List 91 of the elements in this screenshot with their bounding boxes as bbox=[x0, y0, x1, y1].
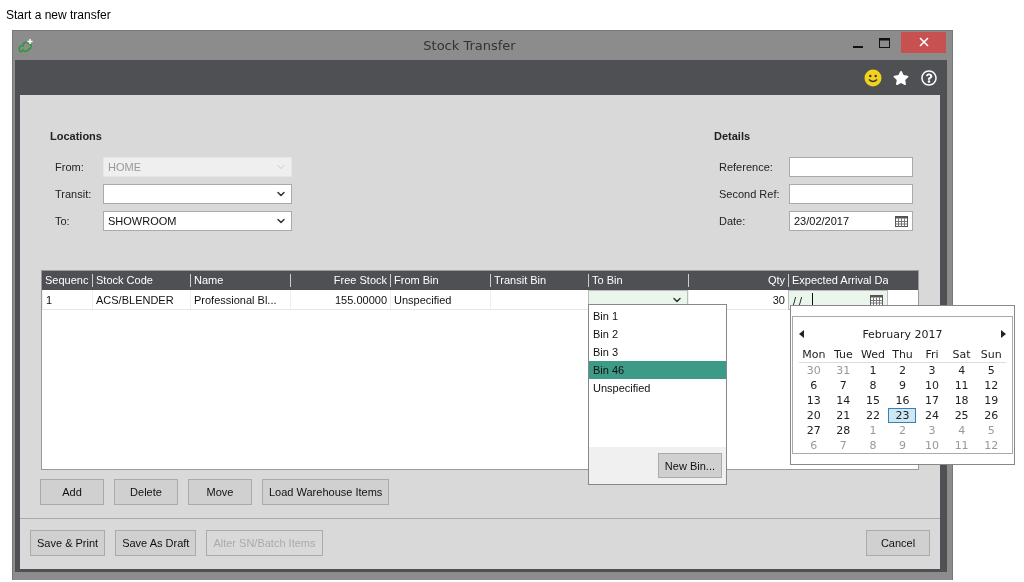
field-label: Transit: bbox=[55, 188, 93, 200]
footer-button[interactable]: Save As Draft bbox=[115, 530, 197, 556]
close-button[interactable] bbox=[901, 31, 946, 53]
list-item[interactable]: Bin 46 bbox=[589, 361, 726, 379]
calendar-day[interactable]: 23 bbox=[888, 408, 917, 423]
close-icon bbox=[918, 37, 929, 47]
column-header[interactable]: Expected Arrival Da bbox=[788, 274, 888, 287]
calendar-day[interactable]: 21 bbox=[829, 408, 858, 423]
maximize-icon bbox=[879, 37, 890, 48]
favorite-button[interactable] bbox=[892, 68, 910, 87]
list-item[interactable]: Bin 3 bbox=[589, 343, 726, 361]
grid-button[interactable]: Delete bbox=[114, 479, 178, 505]
calendar-day[interactable]: 20 bbox=[799, 408, 828, 423]
field-label: From: bbox=[55, 161, 85, 173]
weekday-label: Tue bbox=[828, 347, 859, 363]
calendar-day[interactable]: 6 bbox=[799, 378, 828, 393]
new-bin-button[interactable]: New Bin... bbox=[657, 453, 722, 478]
weekday-label: Thu bbox=[887, 347, 918, 363]
weekday-label: Sun bbox=[976, 347, 1006, 363]
column-header[interactable]: Transit Bin bbox=[490, 274, 588, 287]
list-item[interactable]: Unspecified bbox=[589, 379, 726, 397]
smiley-button[interactable] bbox=[864, 68, 882, 87]
calendar-day[interactable]: 3 bbox=[918, 363, 947, 378]
date-field[interactable]: 23/02/2017 bbox=[789, 211, 913, 231]
text-field[interactable] bbox=[789, 157, 913, 177]
weekday-label: Fri bbox=[917, 347, 947, 363]
calendar-day[interactable]: 28 bbox=[829, 423, 858, 438]
field-label: Date: bbox=[719, 215, 747, 227]
previous-icon[interactable] bbox=[799, 330, 804, 338]
weekday-label: Mon bbox=[799, 347, 829, 363]
grid-button[interactable]: Add bbox=[40, 479, 104, 505]
calendar-day[interactable]: 27 bbox=[799, 423, 828, 438]
calendar-day[interactable]: 18 bbox=[947, 393, 976, 408]
list-item[interactable]: Bin 1 bbox=[589, 307, 726, 325]
column-header[interactable]: Stock Code bbox=[92, 274, 190, 287]
column-header[interactable]: To Bin bbox=[588, 274, 688, 287]
calendar-day[interactable]: 13 bbox=[799, 393, 828, 408]
column-header[interactable]: Name bbox=[190, 274, 290, 287]
app-icon bbox=[17, 36, 35, 55]
location-dropdown[interactable]: SHOWROOM bbox=[103, 211, 292, 231]
month-title: February 2017 bbox=[862, 327, 943, 341]
field-label: To: bbox=[55, 215, 71, 227]
next-icon[interactable] bbox=[1001, 330, 1006, 338]
grid-button[interactable]: Load Warehouse Items bbox=[262, 479, 390, 505]
calendar-icon[interactable] bbox=[870, 294, 883, 306]
calendar-day[interactable]: 11 bbox=[947, 378, 976, 393]
weekday-label: Wed bbox=[858, 347, 888, 363]
calendar-day[interactable]: 15 bbox=[858, 393, 887, 408]
table-cell: Unspecified bbox=[390, 290, 490, 309]
calendar-day[interactable]: 14 bbox=[829, 393, 858, 408]
calendar-day[interactable]: 22 bbox=[858, 408, 887, 423]
calendar-day[interactable]: 8 bbox=[858, 378, 887, 393]
calendar-day[interactable]: 26 bbox=[977, 408, 1006, 423]
help-button[interactable] bbox=[920, 68, 938, 87]
calendar-day[interactable]: 1 bbox=[858, 363, 887, 378]
calendar-day[interactable]: 7 bbox=[829, 378, 858, 393]
table-cell: 155.00000 bbox=[290, 290, 390, 309]
column-header[interactable]: From Bin bbox=[390, 274, 490, 287]
calendar-day[interactable]: 17 bbox=[918, 393, 947, 408]
minimize-icon bbox=[852, 45, 863, 48]
star-icon bbox=[893, 69, 909, 86]
calendar-day[interactable]: 2 bbox=[888, 363, 917, 378]
calendar-day[interactable]: 4 bbox=[947, 363, 976, 378]
table-cell: 1 bbox=[42, 290, 92, 309]
field-label: Reference: bbox=[719, 161, 774, 173]
column-header[interactable]: Sequenc bbox=[42, 274, 92, 287]
column-header[interactable]: Free Stock bbox=[290, 274, 390, 287]
calendar-day[interactable]: 12 bbox=[977, 378, 1006, 393]
text-field[interactable] bbox=[789, 184, 913, 204]
weekday-label: Sat bbox=[946, 347, 977, 363]
caption-text: Start a new transfer bbox=[5, 7, 112, 24]
column-header[interactable]: Qty bbox=[688, 274, 788, 287]
calendar-day[interactable]: 16 bbox=[888, 393, 917, 408]
window-title: Stock Transfer bbox=[422, 38, 517, 53]
calendar-day[interactable]: 5 bbox=[977, 363, 1006, 378]
field-label: Second Ref: bbox=[719, 188, 781, 200]
help-icon bbox=[921, 69, 937, 86]
section-heading: Details bbox=[714, 129, 752, 143]
calendar-day[interactable]: 25 bbox=[947, 408, 976, 423]
list-item[interactable]: Bin 2 bbox=[589, 325, 726, 343]
grid-button[interactable]: Move bbox=[188, 479, 252, 505]
table-cell: ACS/BLENDER bbox=[92, 290, 190, 309]
calendar-day[interactable]: 10 bbox=[918, 378, 947, 393]
calendar-day[interactable]: 9 bbox=[888, 378, 917, 393]
calendar-icon[interactable] bbox=[895, 215, 908, 227]
calendar-day[interactable]: 19 bbox=[977, 393, 1006, 408]
footer-button[interactable]: Save & Print bbox=[30, 530, 106, 556]
table-cell: Professional Bl... bbox=[190, 290, 290, 309]
footer-button[interactable]: Cancel bbox=[866, 530, 930, 556]
calendar-day[interactable]: 24 bbox=[918, 408, 947, 423]
section-heading: Locations bbox=[50, 129, 103, 143]
